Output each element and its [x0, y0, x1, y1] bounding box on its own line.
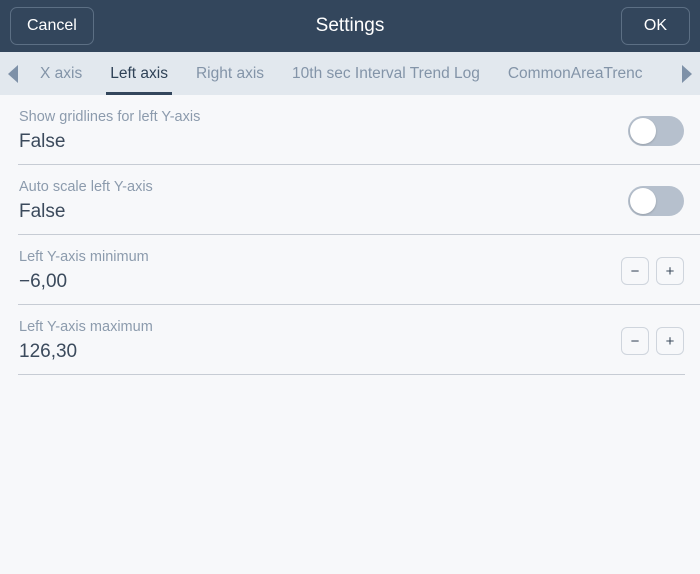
tab-label: X axis — [40, 64, 83, 82]
setting-label: Show gridlines for left Y-axis — [19, 109, 201, 126]
ok-button[interactable]: OK — [620, 7, 690, 45]
setting-value: 126,30 — [19, 340, 78, 362]
triangle-right-icon — [682, 64, 692, 83]
tab-label: 10th sec Interval Trend Log — [292, 64, 480, 82]
tab-label: Left axis — [110, 64, 168, 82]
decrement-button[interactable]: − — [621, 257, 649, 285]
tab-10th-sec-interval-trend-log[interactable]: 10th sec Interval Trend Log — [278, 52, 494, 95]
settings-list: Show gridlines for left Y-axis False Aut… — [0, 95, 700, 574]
toggle-knob — [630, 118, 656, 144]
tab-strip: X axis Left axis Right axis 10th sec Int… — [26, 52, 674, 95]
cancel-button[interactable]: Cancel — [10, 7, 94, 45]
tab-scroll-prev-button[interactable] — [0, 52, 26, 95]
setting-value: −6,00 — [19, 270, 68, 292]
setting-label: Auto scale left Y-axis — [19, 179, 153, 196]
setting-row-left-y-axis-minimum[interactable]: Left Y-axis minimum −6,00 − + — [0, 235, 700, 305]
setting-row-show-gridlines[interactable]: Show gridlines for left Y-axis False — [0, 95, 700, 165]
dialog-header: Cancel Settings OK — [0, 0, 700, 52]
tab-left-axis[interactable]: Left axis — [96, 52, 182, 95]
setting-row-auto-scale[interactable]: Auto scale left Y-axis False — [0, 165, 700, 235]
left-y-axis-maximum-stepper: − + — [621, 327, 684, 355]
tab-right-axis[interactable]: Right axis — [182, 52, 278, 95]
increment-button[interactable]: + — [656, 257, 684, 285]
tab-x-axis[interactable]: X axis — [26, 52, 96, 95]
setting-label: Left Y-axis minimum — [19, 249, 149, 266]
setting-text-group: Left Y-axis maximum 126,30 — [19, 318, 609, 363]
tab-common-area-trend[interactable]: CommonAreaTrenc — [494, 52, 657, 95]
left-y-axis-minimum-stepper: − + — [621, 257, 684, 285]
auto-scale-toggle[interactable] — [628, 186, 684, 216]
setting-value: False — [19, 130, 66, 152]
increment-button[interactable]: + — [656, 327, 684, 355]
decrement-button[interactable]: − — [621, 327, 649, 355]
row-divider — [18, 374, 685, 375]
setting-value: False — [19, 200, 66, 222]
tab-bar: X axis Left axis Right axis 10th sec Int… — [0, 52, 700, 95]
setting-text-group: Show gridlines for left Y-axis False — [19, 108, 616, 153]
triangle-left-icon — [8, 64, 18, 83]
toggle-knob — [630, 188, 656, 214]
tab-label: CommonAreaTrenc — [507, 64, 643, 82]
tab-label: Right axis — [195, 64, 265, 82]
page-title: Settings — [315, 15, 385, 36]
setting-label: Left Y-axis maximum — [19, 319, 153, 336]
setting-text-group: Left Y-axis minimum −6,00 — [19, 248, 609, 293]
show-gridlines-toggle[interactable] — [628, 116, 684, 146]
setting-row-left-y-axis-maximum[interactable]: Left Y-axis maximum 126,30 − + — [0, 305, 700, 375]
tab-scroll-next-button[interactable] — [674, 52, 700, 95]
setting-text-group: Auto scale left Y-axis False — [19, 178, 616, 223]
